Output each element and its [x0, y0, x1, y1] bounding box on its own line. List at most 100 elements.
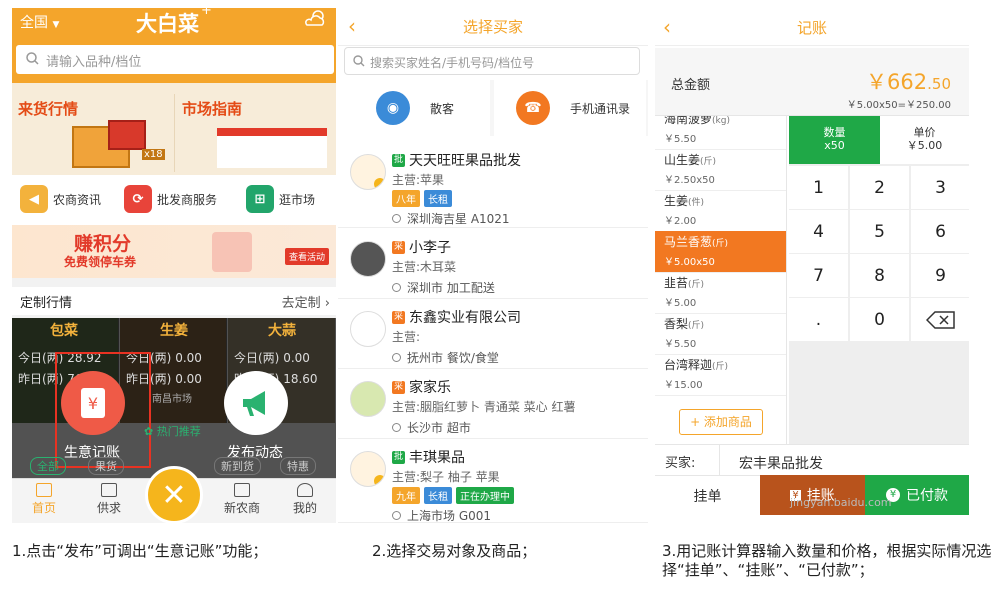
nav-supply[interactable]: 供求 — [84, 483, 134, 516]
key-1[interactable]: 1 — [789, 166, 848, 209]
buyer-name-text: 东鑫实业有限公司 — [409, 310, 521, 326]
buyer-tag: 正在办理中 — [456, 487, 514, 504]
product-list: 海南菠萝(kg) ￥5.50 山生姜(斤) ￥2.50x50 生姜(件) ￥2.00 马兰香… — [655, 116, 787, 444]
tab-fruit[interactable]: 果货 — [88, 457, 124, 475]
buyer-main-business: 主营: — [392, 330, 421, 344]
product-name: 生姜(件) — [664, 194, 705, 208]
hold-order-button[interactable]: 挂单 — [655, 475, 760, 515]
buyer-main-business: 主营:梨子 柚子 苹果 — [392, 470, 500, 484]
go-customize-link[interactable]: 去定制 › — [282, 292, 330, 311]
buyer-main-business: 主营:木耳菜 — [392, 260, 457, 274]
buyer-name: 采小李子 — [392, 237, 451, 257]
search-input[interactable]: 请输入品种/档位 — [16, 45, 334, 74]
customers-icon: ◉ — [376, 91, 410, 125]
shortcut-agri-news[interactable]: ◀ 农商资讯 — [20, 185, 101, 213]
key-5[interactable]: 5 — [850, 210, 909, 253]
product-item[interactable]: 香梨(斤) ￥5.50 — [655, 313, 786, 355]
page-title: 记账 — [796, 19, 827, 37]
buyer-name: 批天天旺旺果品批发 — [392, 150, 521, 170]
weather-icon[interactable] — [304, 10, 326, 26]
tab-all[interactable]: 全部 — [30, 457, 66, 475]
key-8[interactable]: 8 — [850, 254, 909, 297]
shortcut-label: 农商资讯 — [53, 192, 102, 207]
buyer-tag: 长租 — [424, 190, 452, 207]
product-item[interactable]: 台湾释迦(斤) ￥15.00 — [655, 354, 786, 396]
app-logo: 大白菜 — [136, 12, 199, 36]
caption-step-1: 1.点击“发布”可调出“生意记账”功能； — [12, 542, 268, 560]
location-pin-icon — [392, 283, 401, 292]
quantity-label: 数量 — [823, 126, 846, 139]
buyer-row[interactable]: 采家家乐 主营:胭脂红萝卜 青通菜 菜心 红薯 长沙市 超市 — [338, 369, 648, 439]
key-2[interactable]: 2 — [850, 166, 909, 209]
close-icon: ✕ — [161, 477, 187, 513]
location-pin-icon — [392, 214, 401, 223]
quick-label: 手机通讯录 — [570, 101, 631, 116]
close-publish-button[interactable]: ✕ — [145, 466, 203, 523]
phone-contacts-button[interactable]: ☎ 手机通讯录 — [494, 80, 646, 136]
key-0[interactable]: 0 — [850, 298, 909, 341]
promo-subtitle: 免费领停车券 — [64, 255, 137, 269]
buyer-row[interactable]: 买家: 宏丰果品批发 — [655, 444, 969, 476]
nav-home[interactable]: 首页 — [19, 483, 69, 516]
product-item[interactable]: 韭苔(斤) ￥5.00 — [655, 272, 786, 314]
product-item[interactable]: 生姜(件) ￥2.00 — [655, 190, 786, 232]
buyer-row[interactable]: 采小李子 主营:木耳菜 深圳市 加工配送 — [338, 229, 648, 299]
megaphone-icon: ◀ — [20, 185, 48, 213]
add-product-button[interactable]: + 添加商品 — [679, 409, 763, 435]
key-4[interactable]: 4 — [789, 210, 848, 253]
banner-market-guide[interactable]: 市场指南 — [182, 98, 242, 119]
buyer-type-badge: 采 — [392, 380, 405, 394]
backspace-key[interactable] — [911, 298, 969, 341]
credit-button[interactable]: ¥ 挂账 — [760, 475, 865, 515]
home-screen: 全国 ▼ 大白菜 + 请输入品种/档位 来货行情 市场指南 x18 ◀ 农商资讯 … — [12, 8, 336, 523]
buyer-row[interactable]: 批天天旺旺果品批发 主营:苹果 八年 长租 深圳海吉星 A1021 — [338, 142, 648, 228]
verified-icon — [374, 475, 385, 486]
product-item[interactable]: 马兰香葱(斤) ￥5.00x50 — [655, 231, 786, 273]
buyer-row[interactable]: 批丰琪果品 主营:梨子 柚子 苹果 九年 长租 正在办理中 上海市场 G001 — [338, 439, 648, 523]
product-item[interactable]: 山生姜(斤) ￥2.50x50 — [655, 149, 786, 191]
avatar — [350, 311, 386, 347]
shortcut-browse-market[interactable]: ⊞ 逛市场 — [246, 185, 315, 213]
key-6[interactable]: 6 — [911, 210, 969, 253]
quick-label: 散客 — [430, 101, 455, 116]
key-7[interactable]: 7 — [789, 254, 848, 297]
nav-new-agri[interactable]: 新农商 — [217, 483, 267, 516]
promo-view-button[interactable]: 查看活动 — [285, 248, 330, 265]
product-name: 马兰香葱(斤) — [664, 235, 729, 249]
veg-market: 南昌市场 — [152, 394, 192, 405]
key-9[interactable]: 9 — [911, 254, 969, 297]
key-dot[interactable]: . — [789, 298, 848, 341]
buyer-search-input[interactable]: 搜索买家姓名/手机号码/档位号 — [344, 47, 640, 75]
banner-incoming-market[interactable]: 来货行情 — [18, 98, 78, 119]
chevron-right-icon: › — [324, 296, 330, 311]
product-price: ￥5.00 — [664, 298, 697, 309]
veg-name: 包菜 — [50, 323, 78, 339]
product-item[interactable]: 海南菠萝(kg) ￥5.50 — [655, 116, 786, 150]
buyer-type-badge: 采 — [392, 310, 405, 324]
buyer-name: 采家家乐 — [392, 377, 451, 397]
tab-new-arrival[interactable]: 新到货 — [214, 457, 261, 475]
key-3[interactable]: 3 — [911, 166, 969, 209]
backspace-icon — [925, 310, 955, 329]
buyer-row[interactable]: 采东鑫实业有限公司主营: 抚州市 餐饮/食堂 — [338, 299, 648, 369]
city-selector[interactable]: 全国 ▼ — [20, 12, 59, 32]
publish-post-button[interactable] — [224, 371, 288, 435]
unit-price-field[interactable]: 单价 ￥5.00 — [880, 116, 969, 164]
megaphone-icon — [243, 391, 265, 416]
product-name: 海南菠萝(kg) — [664, 116, 730, 126]
product-price: ￥2.50x50 — [664, 175, 715, 186]
shortcut-wholesaler-service[interactable]: ⟳ 批发商服务 — [124, 185, 217, 213]
buyer-location: 深圳海吉星 A1021 — [392, 210, 510, 227]
buyer-location-text: 深圳海吉星 A1021 — [407, 212, 510, 226]
buyer-tags: 八年 长租 — [392, 190, 456, 207]
buyer-location-text: 上海市场 G001 — [407, 509, 492, 523]
nav-mine[interactable]: 我的 — [280, 483, 330, 516]
buyer-location: 抚州市 餐饮/食堂 — [392, 349, 499, 366]
walk-in-customer-button[interactable]: ◉ 散客 — [338, 80, 490, 136]
refresh-icon: ⟳ — [124, 185, 152, 213]
tab-special[interactable]: 特惠 — [280, 457, 316, 475]
quantity-field[interactable]: 数量 x50 — [789, 116, 880, 164]
location-pin-icon — [392, 511, 401, 520]
veg-today: 今日(两) 0.00 — [234, 351, 310, 365]
paid-button[interactable]: ¥ 已付款 — [865, 475, 969, 515]
